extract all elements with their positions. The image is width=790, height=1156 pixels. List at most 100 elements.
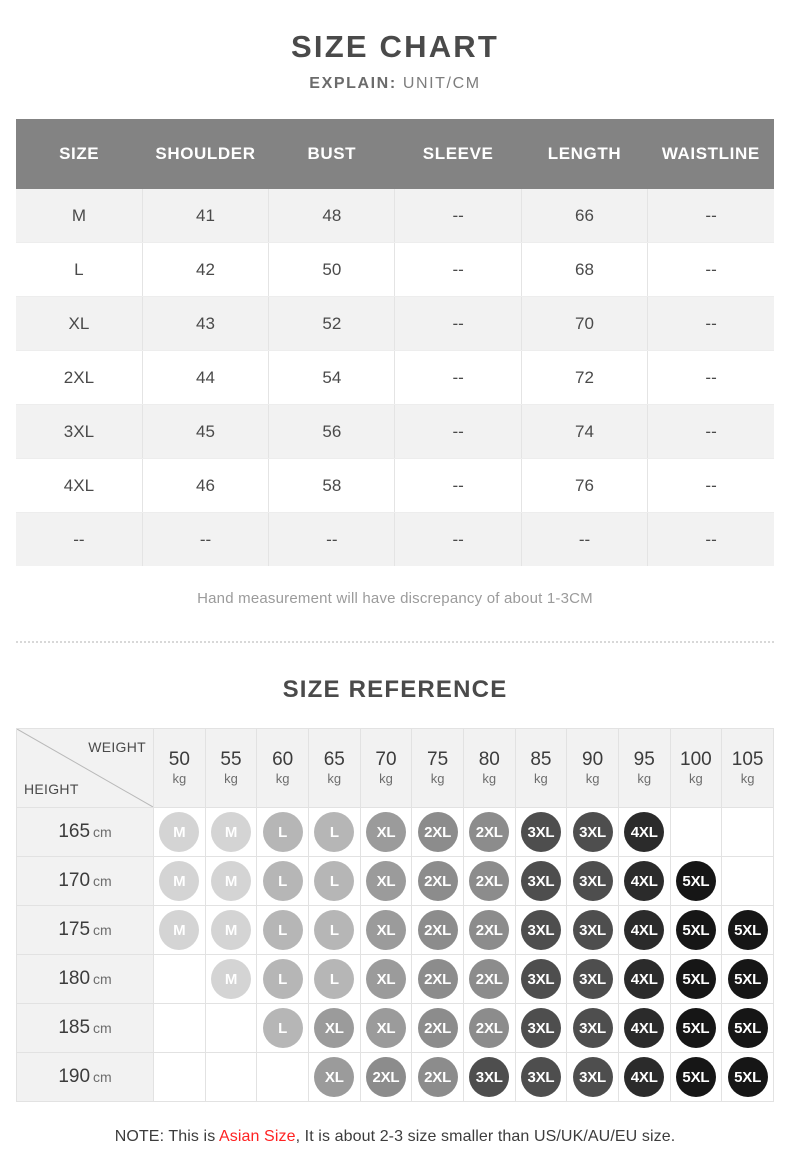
size-reference-cell: 3XL bbox=[566, 954, 619, 1005]
weight-unit: kg bbox=[585, 771, 600, 787]
weight-unit: kg bbox=[275, 771, 290, 787]
table-row: L 42 50 -- 68 -- bbox=[16, 242, 774, 298]
size-badge: M bbox=[159, 910, 200, 951]
height-row-header: 165 cm bbox=[16, 807, 154, 858]
section-divider bbox=[16, 641, 774, 644]
weight-value: 95 bbox=[633, 749, 655, 771]
page-subtitle: EXPLAIN: UNIT/CM bbox=[0, 75, 790, 93]
size-badge: L bbox=[262, 1008, 303, 1049]
size-badge: 2XL bbox=[469, 1008, 510, 1049]
size-reference-cell: L bbox=[307, 905, 361, 956]
size-reference-cell: M bbox=[153, 807, 206, 858]
size-reference-cell: 2XL bbox=[462, 856, 516, 907]
weight-column-header: 85 kg bbox=[514, 728, 568, 809]
table-row: 3XL 45 56 -- 74 -- bbox=[16, 404, 774, 460]
table-cell: -- bbox=[142, 512, 270, 567]
weight-unit: kg bbox=[689, 771, 703, 787]
size-badge: 2XL bbox=[417, 959, 458, 1000]
size-badge: XL bbox=[365, 812, 406, 853]
size-reference-cell: L bbox=[256, 954, 309, 1005]
page-header: SIZE CHART EXPLAIN: UNIT/CM bbox=[0, 0, 790, 93]
size-badge: 3XL bbox=[572, 1008, 613, 1049]
table-row: 2XL 44 54 -- 72 -- bbox=[16, 350, 774, 406]
size-reference-cell: M bbox=[204, 807, 258, 858]
size-reference-cell: 2XL bbox=[462, 1003, 516, 1054]
table-cell: -- bbox=[647, 404, 774, 460]
size-badge: 2XL bbox=[365, 1057, 406, 1098]
height-value: 185 bbox=[58, 1017, 91, 1039]
table-row: M 41 48 -- 66 -- bbox=[16, 189, 774, 244]
weight-unit: kg bbox=[379, 771, 393, 787]
size-badge: 4XL bbox=[624, 910, 665, 951]
size-reference-cell: 2XL bbox=[411, 1052, 464, 1103]
size-badge: 3XL bbox=[572, 861, 613, 902]
size-badge: 2XL bbox=[417, 910, 458, 951]
size-badge: 4XL bbox=[624, 959, 665, 1000]
size-reference-cell: XL bbox=[359, 1003, 413, 1054]
table-cell: -- bbox=[647, 189, 774, 244]
size-reference-cell: L bbox=[256, 807, 309, 858]
weight-column-header: 60 kg bbox=[256, 728, 309, 809]
size-badge: L bbox=[314, 959, 355, 1000]
size-reference-cell: 5XL bbox=[721, 1003, 774, 1054]
size-badge: XL bbox=[314, 1057, 355, 1098]
weight-column-header: 95 kg bbox=[617, 728, 671, 809]
size-badge: L bbox=[314, 861, 355, 902]
table-cell: 46 bbox=[142, 458, 270, 514]
table-cell: -- bbox=[647, 296, 774, 352]
size-reference-cell: 2XL bbox=[462, 954, 516, 1005]
size-reference-cell: M bbox=[204, 856, 258, 907]
size-chart-section: SIZE SHOULDER BUST SLEEVE LENGTH WAISTLINE M4… bbox=[16, 119, 774, 607]
table-cell: -- bbox=[394, 458, 522, 514]
height-weight-corner-cell: WEIGHT HEIGHT bbox=[16, 728, 154, 809]
size-chart-table: SIZE SHOULDER BUST SLEEVE LENGTH WAISTLINE M4… bbox=[16, 119, 774, 567]
weight-value: 100 bbox=[680, 749, 712, 771]
size-reference-cell: L bbox=[307, 856, 361, 907]
size-badge: L bbox=[314, 812, 355, 853]
page-title: SIZE CHART bbox=[291, 29, 499, 64]
size-reference-cell: 4XL bbox=[617, 807, 671, 858]
size-reference-cell: M bbox=[153, 856, 206, 907]
table-cell: -- bbox=[394, 189, 522, 244]
size-badge: M bbox=[159, 861, 200, 902]
table-cell: 50 bbox=[268, 242, 396, 298]
size-badge: L bbox=[262, 812, 303, 853]
size-reference-cell: 2XL bbox=[411, 807, 464, 858]
weight-unit: kg bbox=[327, 771, 342, 787]
size-reference-cell: 2XL bbox=[411, 1003, 464, 1054]
size-badge: 4XL bbox=[624, 812, 665, 853]
note-suffix: , It is about 2-3 size smaller than US/U… bbox=[295, 1128, 676, 1146]
size-reference-cell: 3XL bbox=[514, 954, 568, 1005]
size-badge: 2XL bbox=[469, 861, 510, 902]
size-chart-col-header: BUST bbox=[268, 119, 395, 190]
table-row: -- -- -- -- -- -- bbox=[16, 512, 774, 567]
size-reference-cell: 4XL bbox=[617, 856, 671, 907]
size-reference-cell: L bbox=[256, 905, 309, 956]
weight-column-header: 65 kg bbox=[307, 728, 361, 809]
size-reference-row: 165 cm M M L L XL 2XL 2XL 3XL 3XL 4XL bbox=[16, 807, 774, 858]
size-reference-cell: 4XL bbox=[617, 954, 671, 1005]
size-reference-body: WEIGHT HEIGHT 50 kg 55 kg 60 kg 65 kg 70 kg 75 kg 80 kg… bbox=[16, 728, 774, 1103]
table-cell: -- bbox=[394, 296, 522, 352]
table-row: 4XL 46 58 -- 76 -- bbox=[16, 458, 774, 514]
asian-size-note: NOTE: This is Asian Size, It is about 2-… bbox=[0, 1128, 790, 1146]
size-badge: M bbox=[159, 812, 200, 853]
size-reference-cell: 3XL bbox=[566, 1003, 619, 1054]
size-badge: 2XL bbox=[417, 812, 458, 853]
size-badge: XL bbox=[365, 959, 406, 1000]
table-cell: -- bbox=[394, 350, 522, 406]
height-unit: cm bbox=[93, 1069, 112, 1086]
size-reference-cell: M bbox=[153, 905, 206, 956]
weight-column-header: 100 kg bbox=[669, 728, 723, 809]
size-chart-col-header: SHOULDER bbox=[142, 119, 269, 190]
size-reference-cell: 2XL bbox=[411, 856, 464, 907]
weight-column-header: 55 kg bbox=[204, 728, 258, 809]
table-cell: 58 bbox=[268, 458, 396, 514]
height-value: 165 bbox=[58, 821, 91, 843]
size-reference-cell: 3XL bbox=[514, 807, 568, 858]
size-reference-section: WEIGHT HEIGHT 50 kg 55 kg 60 kg 65 kg 70 kg 75 kg 80 kg… bbox=[16, 728, 774, 1103]
height-unit: cm bbox=[93, 873, 112, 890]
weight-unit: kg bbox=[224, 771, 238, 787]
table-cell: 41 bbox=[142, 189, 270, 244]
size-badge: 5XL bbox=[727, 910, 768, 951]
